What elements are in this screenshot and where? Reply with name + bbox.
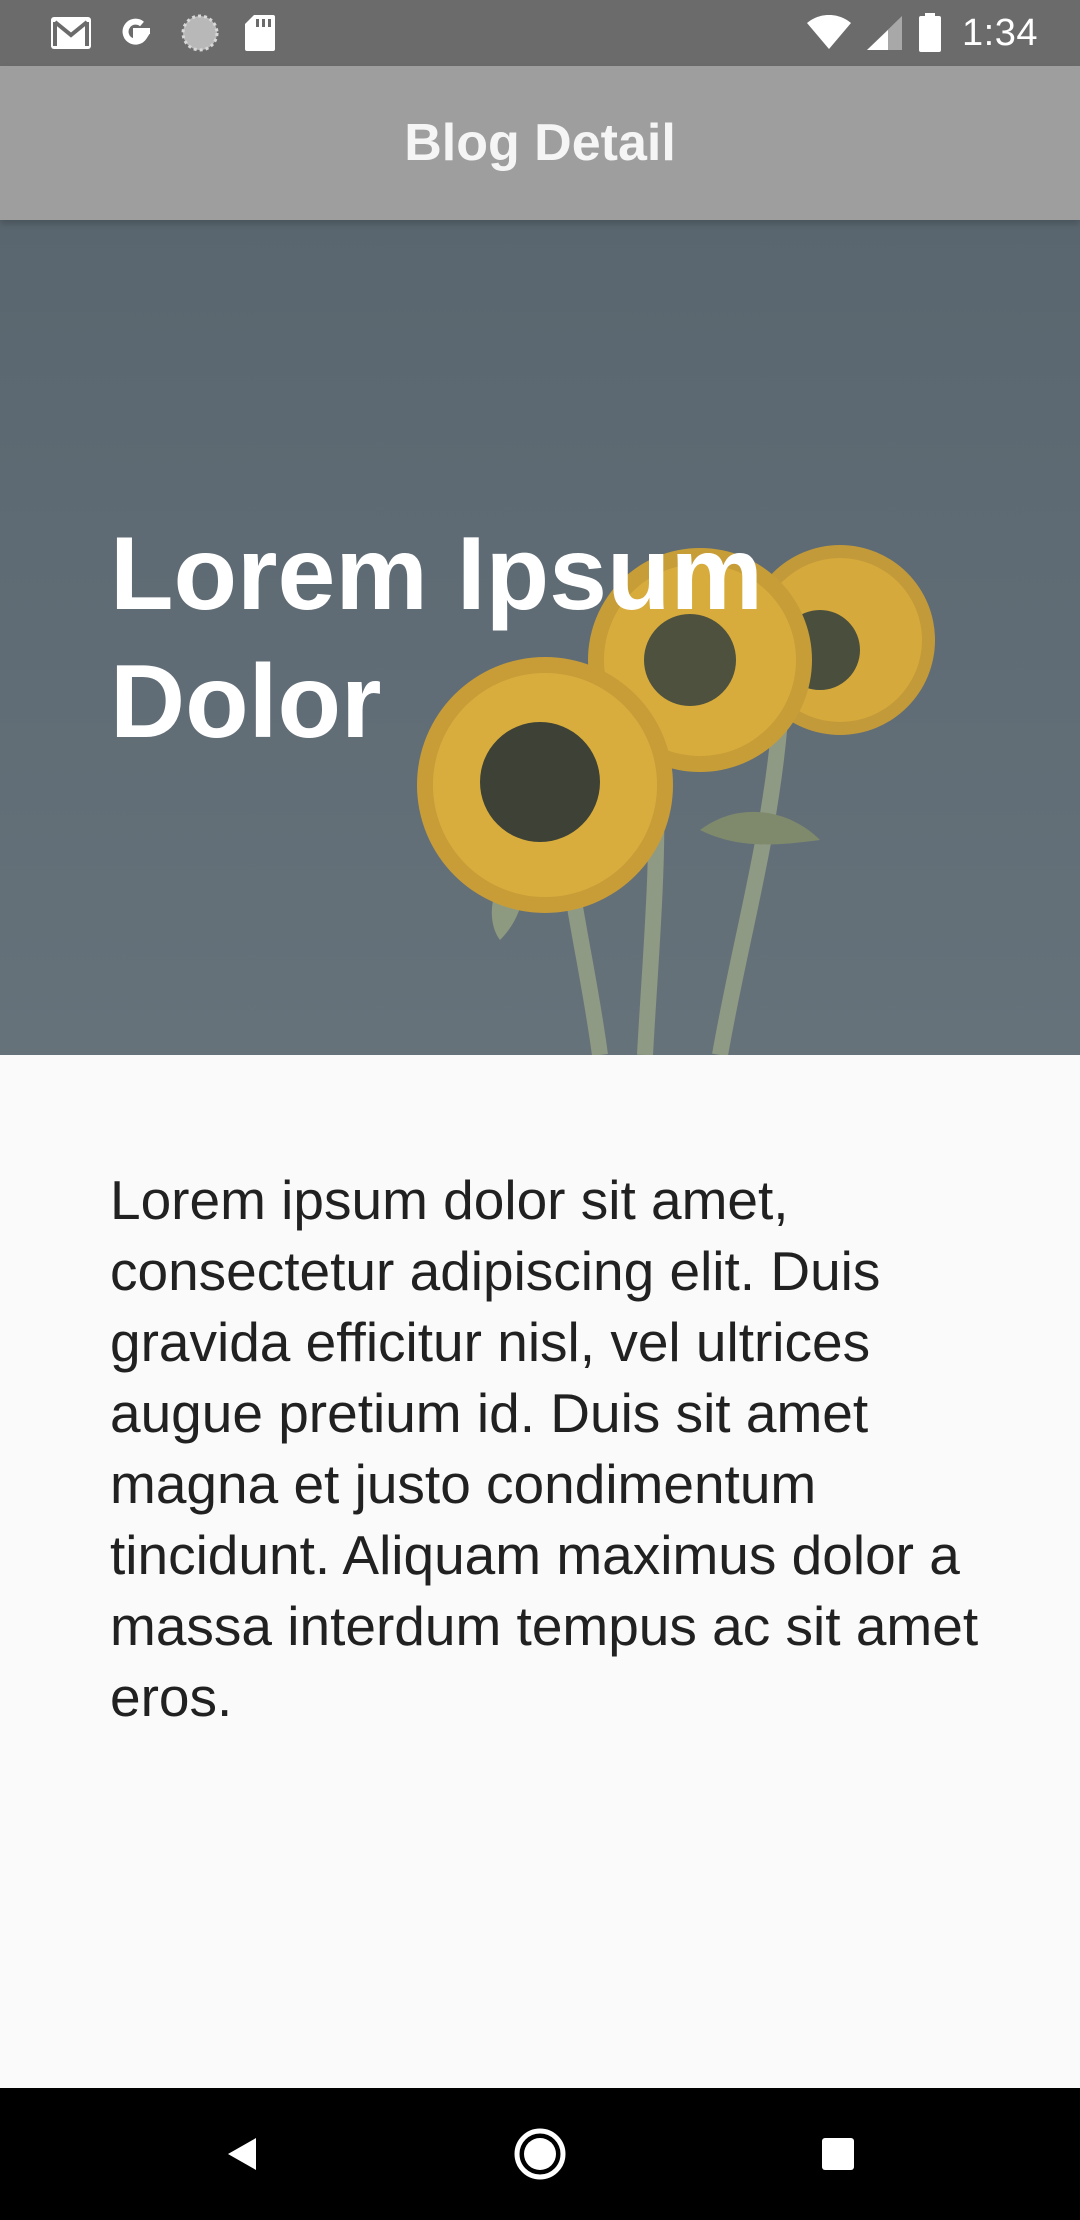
status-bar: 1:34 — [0, 0, 1080, 66]
status-system: 1:34 — [806, 10, 1038, 56]
page-title: Blog Detail — [404, 114, 676, 172]
hero-title: Lorem Ipsum Dolor — [110, 516, 763, 760]
google-icon — [116, 13, 156, 53]
navigation-bar — [0, 2088, 1080, 2220]
recents-button[interactable] — [772, 2088, 904, 2220]
hero-banner: Lorem Ipsum Dolor — [0, 220, 1080, 1055]
wifi-icon — [806, 15, 852, 51]
status-time: 1:34 — [962, 11, 1038, 54]
gmail-icon — [50, 16, 92, 50]
article-body: Lorem ipsum dolor sit amet, consectetur … — [110, 1169, 979, 1728]
home-icon — [514, 2128, 566, 2180]
sd-card-icon — [244, 14, 276, 52]
app-bar: Blog Detail — [0, 66, 1080, 220]
status-notifications — [50, 13, 276, 53]
loading-icon — [180, 13, 220, 53]
recents-icon — [822, 2138, 854, 2170]
back-icon — [228, 2138, 256, 2170]
screen: 1:34 Blog Detail Lorem Ipsum Dolor Lorem… — [0, 0, 1080, 2220]
home-button[interactable] — [474, 2088, 606, 2220]
article-content: Lorem ipsum dolor sit amet, consectetur … — [0, 1055, 1080, 2088]
cell-signal-icon — [866, 15, 904, 51]
back-button[interactable] — [176, 2088, 308, 2220]
battery-icon — [918, 13, 942, 53]
